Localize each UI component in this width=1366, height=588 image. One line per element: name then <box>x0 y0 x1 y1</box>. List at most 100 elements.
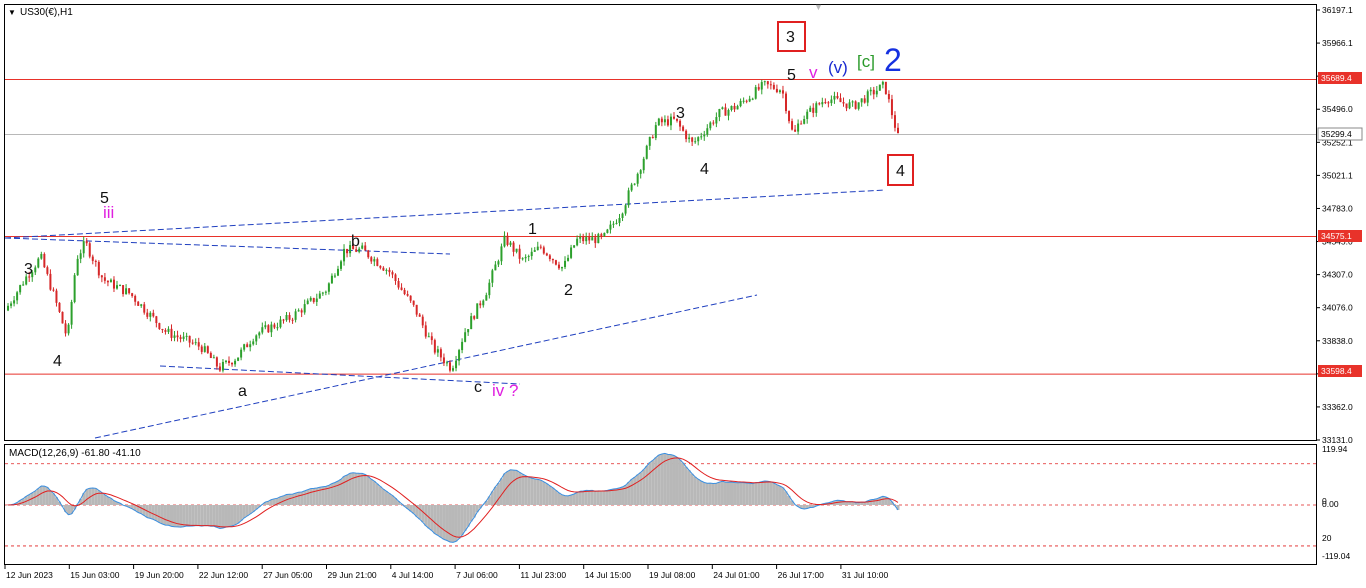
macd-hist-bar <box>36 488 40 505</box>
candle-body <box>182 336 185 339</box>
candle-body <box>533 250 536 252</box>
macd-hist-bar <box>742 482 746 505</box>
candle-body <box>249 344 252 348</box>
macd-hist-bar <box>714 483 718 505</box>
candle-body <box>76 258 79 276</box>
macd-hist-bar <box>614 488 618 505</box>
macd-hist-bar <box>169 505 173 527</box>
candle-body <box>176 335 179 338</box>
candle-body <box>376 259 379 266</box>
candle-body <box>630 184 633 191</box>
macd-hist-bar <box>645 465 649 505</box>
wave-label-b: b <box>351 233 360 250</box>
macd-hist-bar <box>611 489 615 505</box>
candle-body <box>464 332 467 342</box>
candle-body <box>409 295 412 301</box>
candle-body <box>34 267 37 273</box>
macd-hist-bar <box>527 477 531 505</box>
macd-hist-bar <box>421 505 425 523</box>
candle-body <box>461 341 464 351</box>
candle-body <box>869 89 872 92</box>
candle-body <box>146 312 149 317</box>
time-axis-label: 26 Jul 17:00 <box>778 570 825 580</box>
candle-body <box>430 336 433 341</box>
candle-body <box>845 103 848 109</box>
candle-body <box>491 270 494 283</box>
candle-body <box>542 247 545 254</box>
candle-body <box>887 93 890 100</box>
macd-hist-bar <box>460 505 464 536</box>
macd-hist-bar <box>197 505 201 526</box>
candle-body <box>155 316 158 324</box>
candle-body <box>385 269 388 271</box>
price-chart[interactable]: 36197.135966.135727.035496.035252.135021… <box>0 0 1366 588</box>
macd-hist-bar <box>294 493 298 505</box>
macd-hist-bar <box>605 490 609 505</box>
candle-body <box>291 319 294 321</box>
macd-hist-bar <box>42 486 46 505</box>
candle-body <box>824 102 827 104</box>
candle-body <box>669 116 672 126</box>
macd-hist-bar <box>442 505 446 540</box>
candle-body <box>97 261 100 276</box>
candle-body <box>588 237 591 241</box>
price-axis-label: 34783.0 <box>1322 203 1353 213</box>
candle-body <box>200 346 203 352</box>
macd-axis-label: 119.94 <box>1322 444 1348 454</box>
macd-hist-bar <box>648 462 652 505</box>
macd-hist-bar <box>775 484 779 505</box>
candle-body <box>494 264 497 271</box>
candle-body <box>255 335 258 342</box>
candle-body <box>579 237 582 239</box>
wave-label-big-2: 2 <box>884 42 902 78</box>
candle-body <box>727 109 730 116</box>
macd-hist-bar <box>693 476 697 505</box>
candle-body <box>682 126 685 131</box>
candle-body <box>240 349 243 358</box>
time-axis-label: 24 Jul 01:00 <box>713 570 760 580</box>
chart-dropdown-icon[interactable]: ▼ <box>8 8 16 17</box>
macd-hist-bar <box>602 490 606 505</box>
candle-body <box>476 303 479 319</box>
candle-body <box>424 325 427 337</box>
candle-body <box>603 232 606 236</box>
candle-body <box>857 102 860 109</box>
candle-body <box>442 357 445 364</box>
candle-body <box>458 350 461 361</box>
candle-body <box>778 90 781 93</box>
macd-hist-bar <box>875 498 879 505</box>
candle-body <box>336 268 339 276</box>
candle-body <box>757 87 760 90</box>
macd-hist-bar <box>608 489 612 505</box>
candle-body <box>784 93 787 112</box>
macd-hist-bar <box>360 473 364 505</box>
candle-body <box>218 366 221 371</box>
candle-body <box>618 217 621 223</box>
macd-hist-bar <box>599 490 603 505</box>
scroll-marker-icon[interactable]: ▼ <box>814 2 823 12</box>
macd-hist-bar <box>524 475 528 505</box>
candle-body <box>745 100 748 102</box>
macd-hist-bar <box>103 494 107 505</box>
candle-body <box>303 304 306 313</box>
macd-hist-bar <box>378 486 382 505</box>
candle-body <box>267 325 270 333</box>
candle-body <box>890 99 893 116</box>
candle-body <box>49 273 52 290</box>
candle-body <box>237 357 240 361</box>
macd-hist-bar <box>357 473 361 505</box>
candle-body <box>839 98 842 103</box>
macd-hist-bar <box>872 499 876 505</box>
macd-hist-bar <box>297 492 301 505</box>
candle-body <box>473 316 476 319</box>
candle-body <box>61 311 64 324</box>
candle-body <box>536 246 539 251</box>
macd-axis-label: -119.04 <box>1322 551 1350 561</box>
time-axis-label: 19 Jun 20:00 <box>135 570 184 580</box>
macd-hist-bar <box>288 494 292 505</box>
macd-hist-bar <box>469 505 473 522</box>
candle-body <box>573 245 576 248</box>
candle-body <box>300 310 303 313</box>
candle-body <box>212 357 215 359</box>
candle-body <box>509 242 512 245</box>
